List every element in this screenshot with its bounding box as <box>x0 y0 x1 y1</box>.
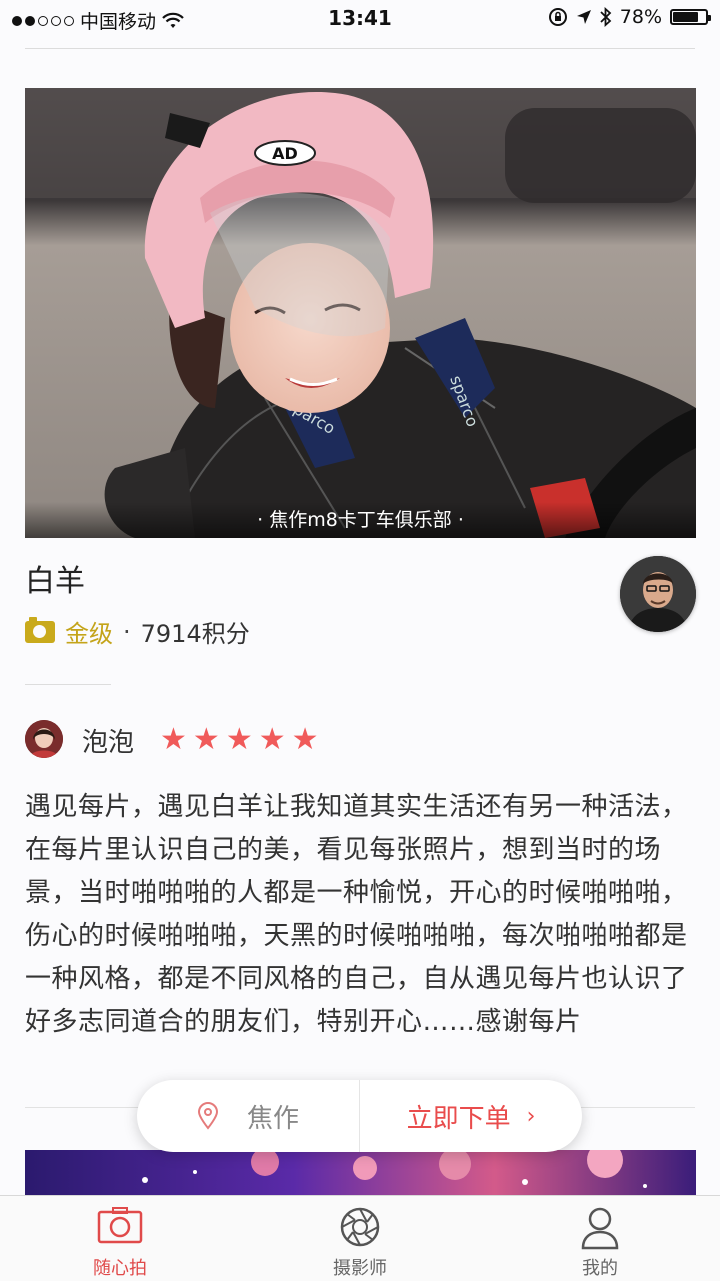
tab-label: 随心拍 <box>93 1258 147 1279</box>
aperture-icon <box>340 1207 380 1247</box>
rating-stars: ★ ★ ★ ★ ★ <box>160 722 319 758</box>
svg-text:AD: AD <box>272 144 298 163</box>
rotation-lock-icon <box>548 8 567 26</box>
star-icon: ★ <box>192 722 220 757</box>
order-now-button[interactable]: 立即下单 › <box>360 1080 582 1152</box>
featured-photo[interactable]: sparco sparco AD · 焦作m8卡丁车俱乐部 · <box>25 88 696 538</box>
tab-me[interactable]: 我的 <box>480 1196 720 1281</box>
location-label: 焦作 <box>246 1103 299 1134</box>
tab-camera[interactable]: 随心拍 <box>0 1196 240 1281</box>
star-icon: ★ <box>225 722 253 757</box>
photographer-name[interactable]: 白羊 <box>25 556 85 600</box>
photo-caption: · 焦作m8卡丁车俱乐部 · <box>25 502 696 538</box>
battery-percent: 78% <box>619 6 662 28</box>
level-separator: · <box>123 617 131 646</box>
star-icon: ★ <box>258 722 286 757</box>
reviewer-avatar[interactable] <box>25 720 63 758</box>
points-label: 7914积分 <box>140 620 250 648</box>
photographer-level: 金级 · 7914积分 <box>25 614 250 649</box>
order-label: 立即下单 <box>406 1103 511 1134</box>
status-right: 78% <box>548 6 711 28</box>
chevron-right-icon: › <box>526 1103 536 1129</box>
divider <box>25 48 695 49</box>
camera-badge-icon <box>25 616 55 643</box>
location-pin-icon <box>197 1102 218 1130</box>
status-bar: 中国移动 13:41 78% <box>0 0 720 40</box>
next-photo-card[interactable] <box>25 1150 696 1195</box>
review-text: 遇见每片，遇见白羊让我知道其实生活还有另一种活法，在每片里认识自己的美，看见每张… <box>25 792 688 1037</box>
star-icon: ★ <box>160 722 187 757</box>
tab-label: 摄影师 <box>333 1258 387 1279</box>
tab-label: 我的 <box>582 1258 618 1279</box>
go-kart-photo-illustration: sparco sparco AD <box>25 88 696 538</box>
divider-short <box>25 684 111 685</box>
battery-icon <box>670 9 711 25</box>
bottom-tab-bar: 随心拍 摄影师 我的 <box>0 1195 720 1281</box>
person-icon <box>581 1207 619 1250</box>
location-arrow-icon <box>576 10 591 24</box>
reviewer-name: 泡泡 <box>82 728 135 758</box>
bluetooth-icon <box>600 7 612 27</box>
camera-icon <box>97 1207 143 1244</box>
star-icon: ★ <box>291 722 319 757</box>
photographer-avatar[interactable] <box>620 556 696 632</box>
booking-action-bar: 焦作 立即下单 › <box>137 1080 582 1152</box>
tab-photographer[interactable]: 摄影师 <box>240 1196 480 1281</box>
location-selector[interactable]: 焦作 <box>137 1080 360 1152</box>
level-label: 金级 <box>65 620 113 648</box>
